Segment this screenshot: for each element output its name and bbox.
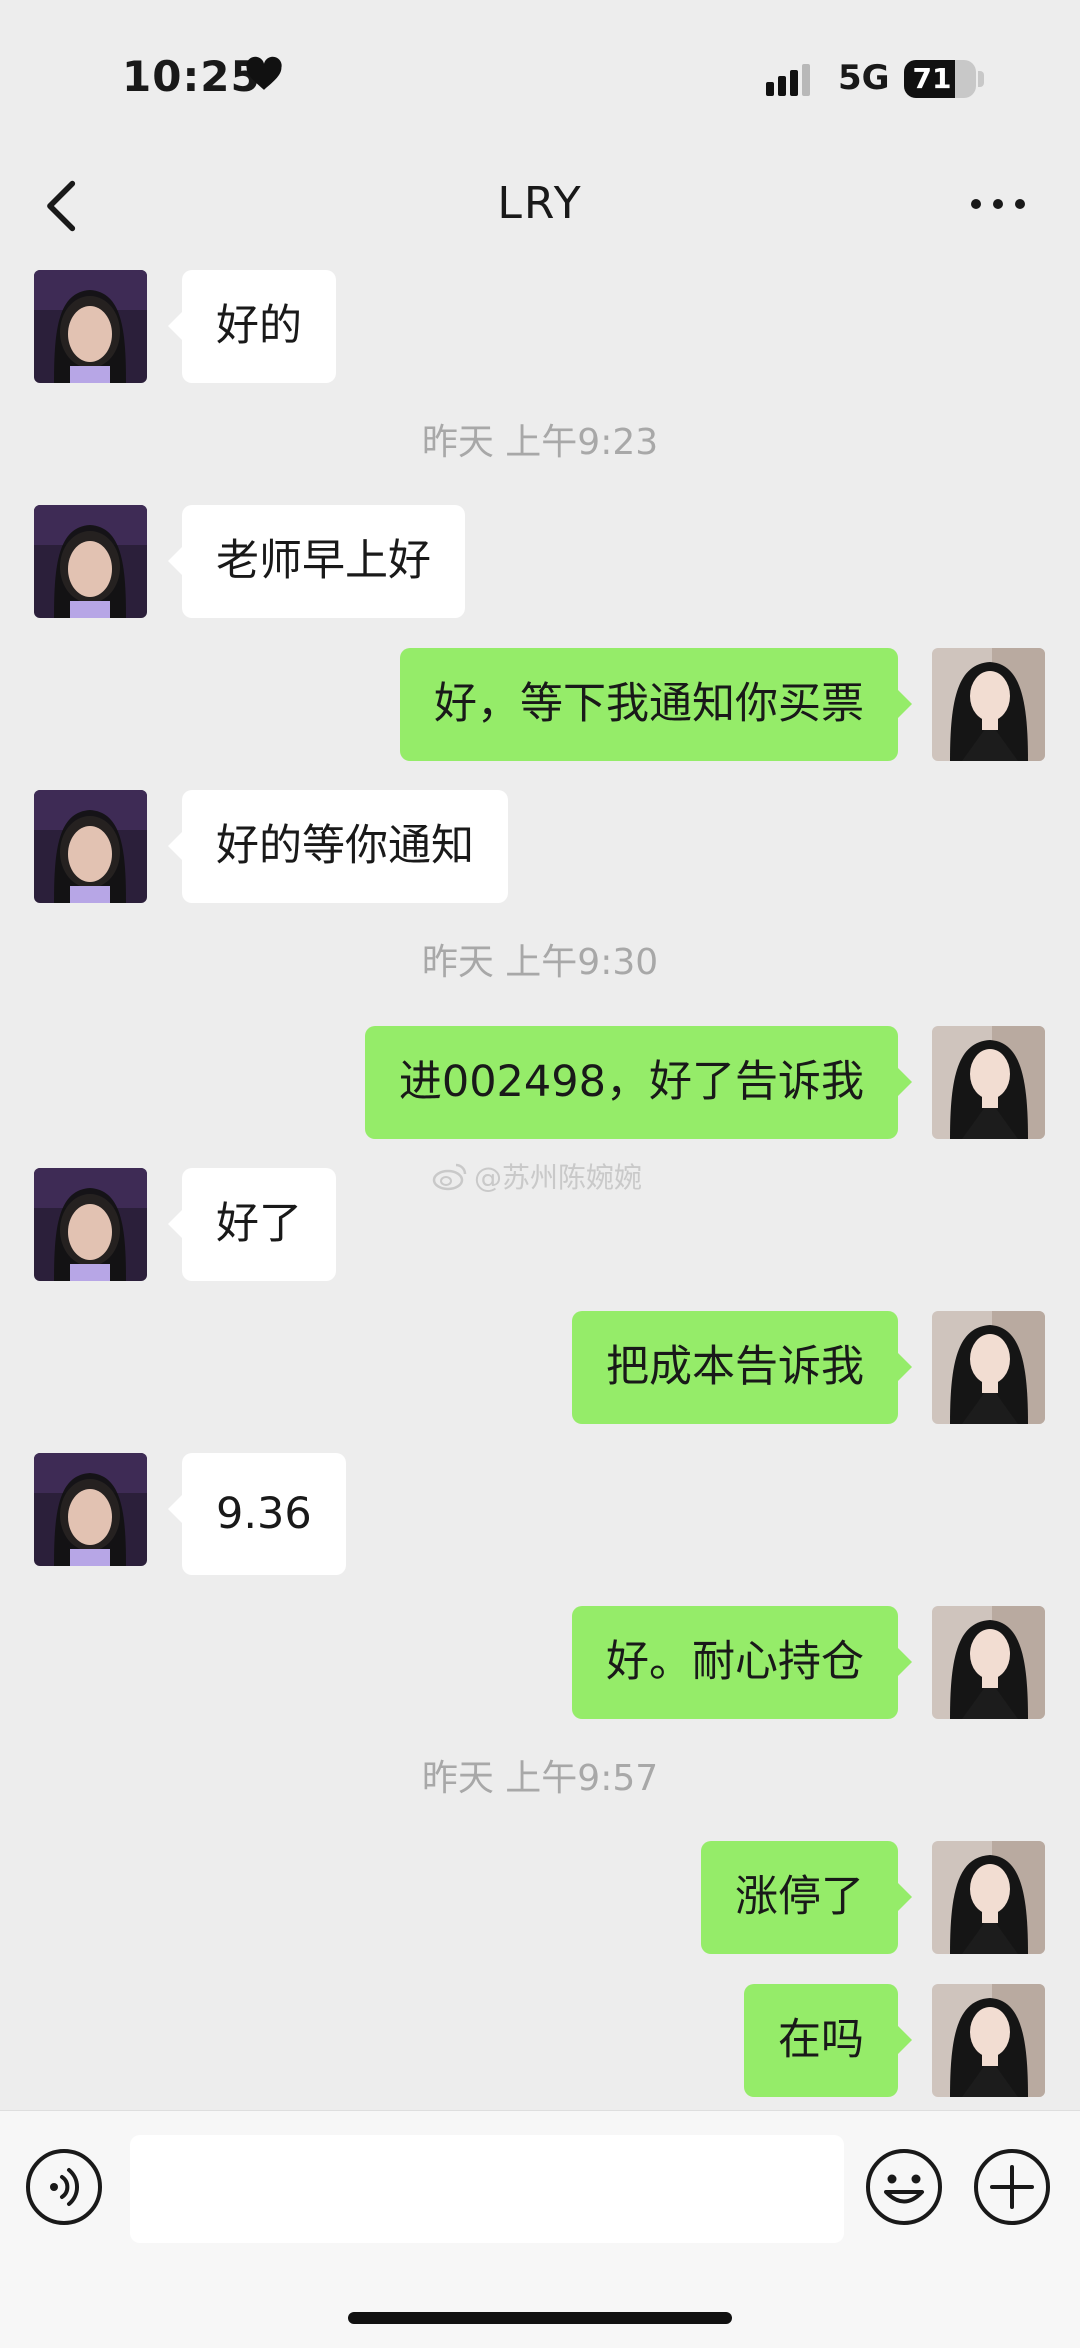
avatar[interactable] (932, 1984, 1045, 2097)
avatar[interactable] (932, 1026, 1045, 1139)
message-bubble[interactable]: 把成本告诉我 (572, 1311, 912, 1424)
message-bubble[interactable]: 好了 (168, 1168, 336, 1281)
message-bubble[interactable]: 好。耐心持仓 (572, 1606, 912, 1719)
message-bubble[interactable]: 好的 (168, 270, 336, 383)
more-dots-icon[interactable] (968, 192, 1028, 216)
avatar[interactable] (932, 1841, 1045, 1954)
time-divider: 昨天 上午9:57 (421, 1758, 659, 1799)
avatar[interactable] (34, 270, 147, 383)
avatar[interactable] (932, 1606, 1045, 1719)
avatar[interactable] (932, 1311, 1045, 1424)
message-bubble[interactable]: 在吗 (744, 1984, 912, 2097)
avatar[interactable] (932, 648, 1045, 761)
heart-icon (246, 56, 282, 90)
watermark: @苏州陈婉婉 (432, 1156, 642, 1196)
weibo-icon (432, 1163, 467, 1191)
time-divider: 昨天 上午9:30 (421, 942, 659, 983)
avatar[interactable] (34, 1168, 147, 1281)
battery-level: 71 (912, 62, 952, 95)
watermark-text: @苏州陈婉婉 (474, 1161, 643, 1194)
message-bubble[interactable]: 9.36 (168, 1453, 346, 1575)
chat-header: LRY (0, 150, 1080, 260)
signal-icon (766, 64, 810, 96)
avatar[interactable] (34, 790, 147, 903)
message-input[interactable] (130, 2135, 844, 2243)
chat-title: LRY (497, 178, 583, 229)
avatar[interactable] (34, 505, 147, 618)
time-divider: 昨天 上午9:23 (421, 422, 659, 463)
emoji-icon[interactable] (864, 2147, 944, 2227)
home-indicator[interactable] (348, 2312, 732, 2324)
plus-icon[interactable] (972, 2147, 1052, 2227)
status-time: 10:25 (122, 52, 261, 101)
network-type: 5G (838, 58, 890, 98)
battery-icon: 71 (904, 60, 976, 98)
message-bubble[interactable]: 老师早上好 (168, 505, 465, 618)
message-bubble[interactable]: 涨停了 (701, 1841, 912, 1954)
battery-cap (978, 71, 984, 87)
message-bubble[interactable]: 进002498，好了告诉我 (364, 1026, 913, 1139)
voice-icon[interactable] (24, 2147, 104, 2227)
avatar[interactable] (34, 1453, 147, 1566)
status-bar: 10:25 5G 71 (0, 0, 1080, 150)
message-bubble[interactable]: 好的等你通知 (168, 790, 508, 903)
message-bubble[interactable]: 好，等下我通知你买票 (400, 648, 912, 761)
